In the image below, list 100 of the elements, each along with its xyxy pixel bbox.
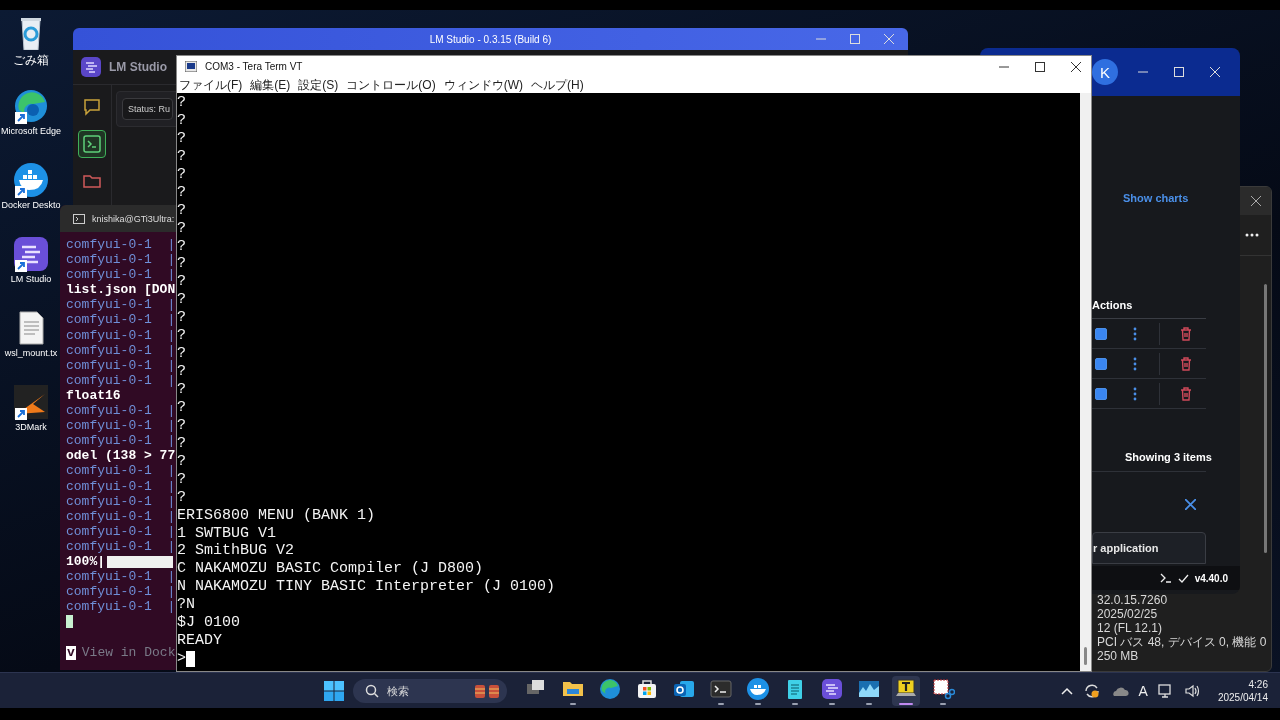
- log-line: comfyui-0-1 |: [66, 237, 176, 253]
- log-line: comfyui-0-1 |: [66, 569, 176, 585]
- terminal-line: ?: [177, 111, 186, 130]
- app-icon[interactable]: [13, 236, 49, 272]
- terminal-line: ?: [177, 434, 186, 453]
- date-text: 2025/04/14: [1217, 690, 1268, 704]
- icon-label[interactable]: wsl_mount.tx: [4, 348, 58, 358]
- terminal-line: C NAKAMOZU BASIC Compiler (J D800): [177, 560, 484, 579]
- log-line: comfyui-0-1 |: [66, 433, 176, 449]
- log-line: comfyui-0-1 |: [66, 342, 176, 358]
- item-count: Showing 3 items: [1125, 451, 1212, 463]
- application-button[interactable]: r application: [1092, 532, 1206, 564]
- close-icon[interactable]: [1185, 499, 1196, 510]
- scrollbar[interactable]: [1080, 93, 1091, 671]
- terminal-line: ?: [177, 219, 186, 238]
- menu-item[interactable]: 編集(E): [250, 76, 291, 94]
- start-icon[interactable]: [323, 680, 344, 701]
- terminal-line: ?: [177, 398, 186, 417]
- progress-text: 100%|: [66, 553, 105, 570]
- check-icon: [1177, 573, 1189, 583]
- property-value: 12 (FL 12.1): [1097, 621, 1163, 635]
- menu-item[interactable]: ウィンドウ(W): [443, 76, 523, 94]
- log-line: comfyui-0-1 |: [66, 493, 176, 509]
- icon-label[interactable]: 3DMark: [15, 422, 47, 432]
- menu-item[interactable]: 設定(S): [298, 76, 339, 94]
- property-value: 32.0.15.7260: [1097, 593, 1169, 607]
- log-line: comfyui-0-1 |: [66, 599, 176, 615]
- app-icon: [819, 676, 844, 701]
- checkbox[interactable]: [1095, 327, 1107, 340]
- log-line: comfyui-0-1 |: [66, 508, 176, 524]
- terminal-line: ?: [177, 165, 186, 184]
- swirl-icon[interactable]: [13, 88, 49, 124]
- log-line: comfyui-0-1 |: [66, 312, 176, 328]
- scroll-thumb[interactable]: [1084, 647, 1087, 665]
- scrollbar[interactable]: [1264, 284, 1267, 553]
- terminal-line: ?: [177, 291, 186, 310]
- terminal-line: ?: [177, 363, 186, 381]
- app-icon: [185, 61, 197, 72]
- log-line: comfyui-0-1 |: [66, 267, 176, 283]
- window-title: COM3 - Tera Term VT: [205, 61, 304, 72]
- maximize-icon[interactable]: [1035, 61, 1045, 72]
- kebab-icon[interactable]: [1133, 326, 1137, 341]
- terminal-line: ?: [177, 309, 186, 328]
- output-line: float16: [66, 387, 121, 404]
- taskbar-button[interactable]: [891, 675, 920, 706]
- close-icon[interactable]: [1071, 61, 1081, 72]
- show-charts-link[interactable]: Show charts: [1123, 192, 1189, 204]
- log-line: comfyui-0-1 |: [66, 372, 176, 388]
- close-icon[interactable]: [1251, 196, 1261, 206]
- terminal-icon[interactable]: [1159, 573, 1172, 583]
- search-field[interactable]: 検索: [384, 683, 467, 698]
- cursor: [66, 615, 73, 629]
- terminal-line: ?N: [177, 596, 195, 615]
- terminal-line: 2 SmithBUG V2: [177, 542, 295, 561]
- kebab-icon[interactable]: [1133, 356, 1137, 371]
- log-line: comfyui-0-1 |: [66, 538, 176, 554]
- property-value: 2025/02/25: [1097, 607, 1159, 621]
- column-header: Actions: [1092, 299, 1133, 311]
- avatar[interactable]: K: [1092, 59, 1118, 85]
- whale-icon[interactable]: [13, 162, 49, 198]
- terminal-line: N NAKAMOZU TINY BASIC Interpreter (J 0100): [177, 578, 556, 597]
- menu-item[interactable]: コントロール(O): [346, 76, 436, 94]
- checkbox[interactable]: [1095, 387, 1107, 400]
- chat-icon: [82, 97, 102, 117]
- terminal-line: ?: [177, 327, 186, 346]
- more-icon[interactable]: [1245, 233, 1259, 237]
- terminal-icon: [73, 213, 85, 224]
- log-line: comfyui-0-1 |: [66, 523, 176, 539]
- sidebar-button[interactable]: [78, 130, 106, 158]
- trash-icon[interactable]: [1180, 326, 1192, 341]
- trash-icon[interactable]: [1180, 356, 1192, 371]
- icon-label[interactable]: Microsoft Edge: [1, 126, 61, 136]
- icon-label[interactable]: LM Studio: [10, 274, 52, 284]
- menu-item[interactable]: ファイル(F): [179, 76, 243, 94]
- swirl-icon: [597, 676, 622, 701]
- sync-icon[interactable]: [1082, 682, 1101, 699]
- status-button[interactable]: Status: Ru: [122, 98, 174, 120]
- terminal-line: 1 SWTBUG V1: [177, 524, 277, 543]
- kebab-icon[interactable]: [1133, 386, 1137, 401]
- input-mode-indicator[interactable]: A: [1138, 682, 1148, 699]
- property-value: PCI バス 48, デバイス 0, 機能 0: [1097, 635, 1268, 649]
- terminal-line: ?: [177, 416, 186, 435]
- clock[interactable]: 4:26 2025/04/14: [1217, 677, 1268, 704]
- terminal-line: ?: [177, 94, 186, 112]
- icon-label[interactable]: Docker Deskto: [1, 200, 61, 210]
- network-icon[interactable]: [1157, 682, 1174, 699]
- terminal-line: ?: [177, 273, 186, 292]
- log-line: comfyui-0-1 |: [66, 252, 176, 268]
- search-bar[interactable]: 検索: [352, 678, 507, 703]
- app-name: LM Studio: [109, 60, 167, 74]
- icon-label[interactable]: ごみ箱: [13, 52, 49, 69]
- speaker-icon[interactable]: [1183, 683, 1202, 698]
- trash-icon[interactable]: [1180, 386, 1192, 401]
- key-hint[interactable]: v: [66, 645, 76, 660]
- checkbox[interactable]: [1095, 357, 1107, 370]
- terminal-line: ?: [177, 183, 186, 202]
- terminal-line: ?: [177, 452, 186, 471]
- log-line: comfyui-0-1 |: [66, 297, 176, 313]
- menu-item[interactable]: ヘルプ(H): [531, 76, 584, 94]
- chevron-icon[interactable]: [1060, 686, 1073, 695]
